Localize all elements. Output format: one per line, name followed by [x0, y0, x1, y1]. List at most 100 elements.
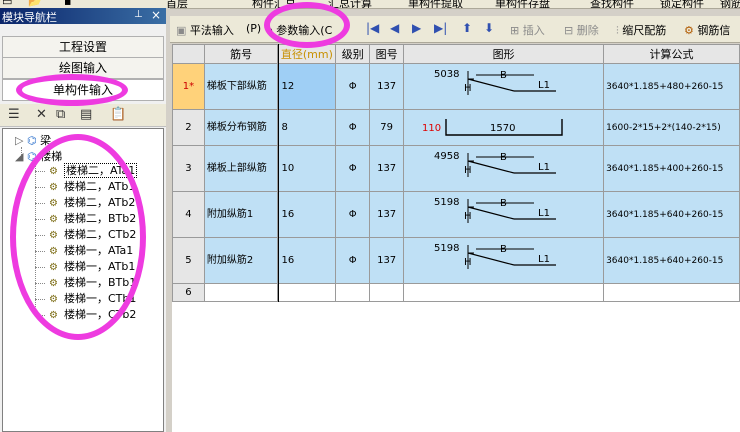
first-record-icon[interactable]: |◀ — [366, 21, 379, 35]
cell-bar-name[interactable]: 梯板分布钢筋 — [203, 109, 279, 146]
delete-icon[interactable]: ✕ — [36, 107, 47, 122]
shape-l1-label: L1 — [538, 208, 550, 219]
table-row[interactable]: 1* 梯板下部纵筋 12 Φ 137 5038 B H L1 3640*1.185+480+260… — [172, 63, 740, 110]
cell-formula[interactable]: 3640*1.185+640+260-15 — [603, 237, 740, 284]
bent-bar-shape: 5198 B H L1 — [434, 243, 557, 269]
table-row[interactable]: 2 梯板分布钢筋 8 Φ 79 110 1570 1600-2*15+2*(140-2*15) — [172, 109, 740, 146]
cell-fig-no[interactable]: 137 — [369, 145, 405, 192]
header-bar-no[interactable]: 筋号 — [203, 44, 279, 64]
cell-bar-name[interactable]: 梯板下部纵筋 — [203, 63, 279, 110]
cell-shape[interactable]: 5038 B H L1 — [403, 63, 605, 110]
panel-splitter[interactable] — [166, 8, 170, 432]
rebar-grid: 筋号 直径(mm) 级别 图号 图形 计算公式 1* 梯板下部纵筋 12 Φ 137 50… — [172, 44, 740, 432]
delete-button[interactable]: ⊟ 删除 — [564, 22, 599, 38]
cell-grade[interactable] — [335, 283, 371, 302]
cell-fig-no[interactable]: 137 — [369, 237, 405, 284]
table-row[interactable]: 3 梯板上部纵筋 10 Φ 137 4958 B H L1 3640*1.185+400+260-… — [172, 145, 740, 192]
cell-diameter[interactable]: 10 — [277, 145, 337, 192]
cell-bar-name[interactable]: 附加纵筋1 — [203, 191, 279, 238]
open-icon[interactable]: 📂 — [28, 0, 42, 8]
paste-icon[interactable]: ▤ — [80, 107, 92, 122]
cell-formula[interactable]: 3640*1.185+640+260-15 — [603, 191, 740, 238]
highlight-ellipse-param-input — [264, 2, 350, 48]
table-row[interactable]: 4 附加纵筋1 16 Φ 137 5198 B H L1 3640*1.185+640+260-1… — [172, 191, 740, 238]
flat-input-shortcut: (P) — [246, 22, 262, 35]
cell-formula[interactable] — [603, 283, 740, 302]
nav-project-settings-button[interactable]: 工程设置 — [2, 36, 164, 58]
shape-length-label: 5198 — [434, 197, 459, 208]
prev-record-icon[interactable]: ◀ — [390, 21, 399, 35]
menu-find[interactable]: 查找构件 — [590, 0, 634, 8]
cell-grade[interactable]: Φ — [335, 109, 371, 146]
cell-fig-no[interactable]: 137 — [369, 191, 405, 238]
move-down-icon[interactable]: ⬇ — [484, 21, 494, 35]
row-number[interactable]: 6 — [172, 283, 205, 302]
cell-grade[interactable]: Φ — [335, 63, 371, 110]
cell-fig-no[interactable]: 137 — [369, 63, 405, 110]
table-row[interactable]: 5 附加纵筋2 16 Φ 137 5198 B H L1 3640*1.185+640+260-1… — [172, 237, 740, 284]
header-formula[interactable]: 计算公式 — [603, 44, 740, 64]
cell-bar-name[interactable] — [203, 283, 279, 302]
pin-icon[interactable]: ⊥ — [134, 9, 143, 20]
move-up-icon[interactable]: ⬆ — [462, 21, 472, 35]
bent-bar-shape: 5038 B H L1 — [434, 69, 557, 95]
table-row[interactable]: 6 — [172, 283, 740, 302]
cell-shape[interactable]: 5198 B H L1 — [403, 191, 605, 238]
scale-rebar-button[interactable]: ⫶ 缩尺配筋 — [616, 22, 666, 38]
last-record-icon[interactable]: ▶| — [434, 21, 447, 35]
cell-bar-name[interactable]: 梯板上部纵筋 — [203, 145, 279, 192]
cell-formula[interactable]: 1600-2*15+2*(140-2*15) — [603, 109, 740, 146]
copy-icon[interactable]: ⧉ — [56, 107, 65, 122]
shape-h-label: H — [464, 211, 472, 222]
cell-diameter[interactable]: 16 — [277, 237, 337, 284]
cell-grade[interactable]: Φ — [335, 237, 371, 284]
shape-hook-label: 110 — [422, 123, 441, 134]
header-shape[interactable]: 图形 — [403, 44, 605, 64]
cell-diameter[interactable] — [277, 283, 337, 302]
close-icon[interactable]: × — [151, 8, 161, 22]
cell-bar-name[interactable]: 附加纵筋2 — [203, 237, 279, 284]
insert-button[interactable]: ⊞ 插入 — [510, 22, 545, 38]
save-icon[interactable]: ▪ — [64, 0, 71, 8]
menu-save-member[interactable]: 单构件存盘 — [495, 0, 550, 8]
clipboard-icon[interactable]: 📋 — [110, 107, 126, 122]
cell-shape[interactable]: 5198 B H L1 — [403, 237, 605, 284]
row-number[interactable]: 5 — [172, 237, 205, 284]
expand-icon[interactable]: ▷ — [15, 134, 23, 147]
flat-input-button[interactable]: ▣ 平法输入 — [176, 22, 234, 38]
row-number[interactable]: 1* — [172, 63, 205, 110]
menu-extract[interactable]: 单构件提取 — [408, 0, 463, 8]
shape-l1-label: L1 — [538, 80, 550, 91]
beam-icon: ⌬ — [26, 134, 37, 147]
properties-icon[interactable]: ☰ — [8, 107, 20, 122]
header-rownum — [172, 44, 205, 64]
cell-diameter[interactable]: 8 — [277, 109, 337, 146]
cell-formula[interactable]: 3640*1.185+480+260-15 — [603, 63, 740, 110]
cell-fig-no[interactable] — [369, 283, 405, 302]
cell-shape[interactable] — [403, 283, 605, 302]
shape-h-label: H — [464, 257, 472, 268]
new-icon[interactable]: ▭ — [2, 0, 12, 8]
cell-grade[interactable]: Φ — [335, 145, 371, 192]
menu-lock[interactable]: 锁定构件 — [660, 0, 704, 8]
cell-shape[interactable]: 110 1570 — [403, 109, 605, 146]
header-fig-no[interactable]: 图号 — [369, 44, 405, 64]
rebar-table: 筋号 直径(mm) 级别 图号 图形 计算公式 1* 梯板下部纵筋 12 Φ 137 50… — [172, 44, 740, 302]
cell-formula[interactable]: 3640*1.185+400+260-15 — [603, 145, 740, 192]
row-number[interactable]: 3 — [172, 145, 205, 192]
shape-length-label: 4958 — [434, 151, 459, 162]
cell-diameter[interactable]: 16 — [277, 191, 337, 238]
shape-h-label: H — [464, 83, 472, 94]
cell-grade[interactable]: Φ — [335, 191, 371, 238]
collapse-icon[interactable]: ◢ — [15, 150, 23, 163]
menu-rebar-info[interactable]: 钢筋信 — [720, 0, 740, 8]
next-record-icon[interactable]: ▶ — [412, 21, 421, 35]
rebar-info-button[interactable]: ⚙ 钢筋信 — [684, 22, 730, 38]
cell-diameter[interactable]: 12 — [277, 63, 337, 110]
bent-bar-shape: 5198 B H L1 — [434, 197, 557, 223]
cell-shape[interactable]: 4958 B H L1 — [403, 145, 605, 192]
cell-fig-no[interactable]: 79 — [369, 109, 405, 146]
row-number[interactable]: 2 — [172, 109, 205, 146]
row-number[interactable]: 4 — [172, 191, 205, 238]
header-grade[interactable]: 级别 — [335, 44, 371, 64]
